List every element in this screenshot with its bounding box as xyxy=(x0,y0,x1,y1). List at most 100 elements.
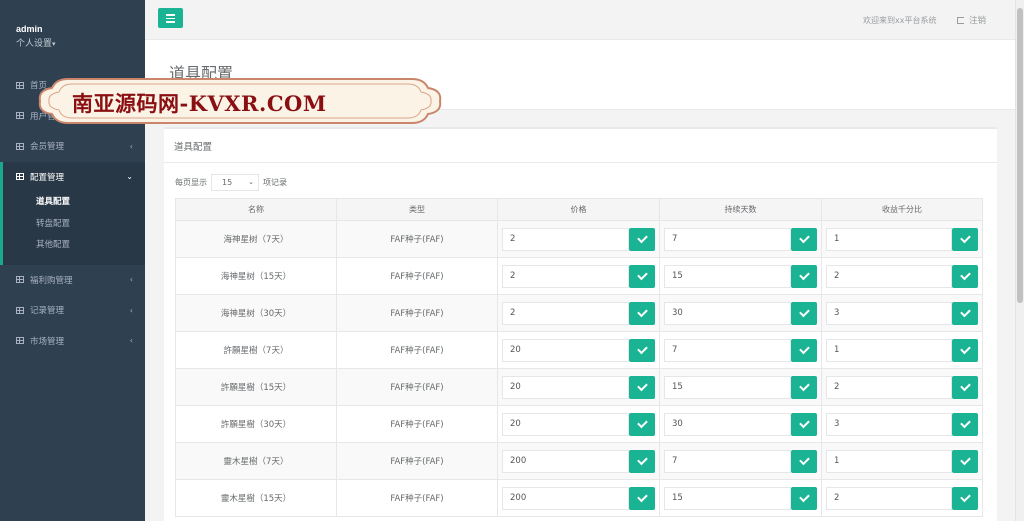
item-type: FAF种子(FAF) xyxy=(336,257,498,295)
page-length-select[interactable]: 15 ⌄ xyxy=(211,173,259,191)
confirm-button[interactable] xyxy=(952,486,978,510)
confirm-button[interactable] xyxy=(952,301,978,325)
price-cell: 2 xyxy=(497,294,660,332)
panel-content: 每页显示 15 ⌄ 项记录 名称 类型 价格 持续天数 收益千分比 海神星树（7天） FA… xyxy=(164,163,997,517)
days-input[interactable]: 30 xyxy=(664,301,791,325)
sidebar-subitem[interactable]: 其他配置 xyxy=(3,235,145,257)
price-input[interactable]: 2 xyxy=(502,264,629,288)
ratio-input[interactable]: 1 xyxy=(826,338,952,362)
table-body: 海神星树（7天） FAF种子(FAF) 2 7 1 海神星树（15天） FAF种… xyxy=(175,220,983,517)
table-row: 海神星树（30天） FAF种子(FAF) 2 30 3 xyxy=(175,294,983,332)
ratio-input[interactable]: 3 xyxy=(826,412,952,436)
days-input[interactable]: 7 xyxy=(664,449,791,473)
days-input[interactable]: 7 xyxy=(664,227,791,251)
price-input[interactable]: 20 xyxy=(502,338,629,362)
profile: admin 个人设置▾ xyxy=(0,0,145,70)
confirm-button[interactable] xyxy=(629,227,655,251)
confirm-button[interactable] xyxy=(629,412,655,436)
price-input[interactable]: 20 xyxy=(502,375,629,399)
item-name: 許願星樹（7天） xyxy=(175,331,337,369)
page-scrollbar[interactable] xyxy=(1015,0,1024,521)
table-row: 海神星树（15天） FAF种子(FAF) 2 15 2 xyxy=(175,257,983,295)
table-row: 許願星樹（7天） FAF种子(FAF) 20 7 1 xyxy=(175,331,983,369)
days-input[interactable]: 15 xyxy=(664,264,791,288)
days-cell: 7 xyxy=(659,442,822,480)
sidebar-item[interactable]: 福利购管理 ‹ xyxy=(0,265,145,296)
confirm-button[interactable] xyxy=(629,264,655,288)
ratio-input[interactable]: 2 xyxy=(826,264,952,288)
sidebar-item-config[interactable]: 配置管理 ⌄ xyxy=(3,162,145,193)
confirm-button[interactable] xyxy=(629,486,655,510)
item-type: FAF种子(FAF) xyxy=(336,442,498,480)
price-cell: 2 xyxy=(497,257,660,295)
column-header[interactable]: 价格 xyxy=(497,198,660,221)
sidebar-subitem[interactable]: 转盘配置 xyxy=(3,214,145,236)
column-header[interactable]: 类型 xyxy=(336,198,498,221)
confirm-button[interactable] xyxy=(791,227,817,251)
profile-settings-dropdown[interactable]: 个人设置▾ xyxy=(16,36,145,49)
column-header[interactable]: 收益千分比 xyxy=(821,198,983,221)
sidebar-item[interactable]: 市场管理 ‹ xyxy=(0,326,145,357)
confirm-button[interactable] xyxy=(952,375,978,399)
config-panel: 道具配置 每页显示 15 ⌄ 项记录 名称 类型 价格 持续天数 收益千分比 海神星树（7… xyxy=(164,127,997,521)
days-input[interactable]: 15 xyxy=(664,486,791,510)
confirm-button[interactable] xyxy=(791,264,817,288)
table-row: 靈木星樹（15天） FAF种子(FAF) 200 15 2 xyxy=(175,479,983,517)
days-input[interactable]: 7 xyxy=(664,338,791,362)
item-name: 海神星树（15天） xyxy=(175,257,337,295)
price-input[interactable]: 20 xyxy=(502,412,629,436)
items-table: 名称 类型 价格 持续天数 收益千分比 海神星树（7天） FAF种子(FAF) 2 7 … xyxy=(175,198,983,517)
grid-icon xyxy=(16,173,24,181)
sidebar-item-label: 福利购管理 xyxy=(30,275,73,286)
ratio-input[interactable]: 2 xyxy=(826,375,952,399)
column-header[interactable]: 持续天数 xyxy=(659,198,822,221)
confirm-button[interactable] xyxy=(629,375,655,399)
confirm-button[interactable] xyxy=(791,375,817,399)
sidebar-nav-lower: 福利购管理 ‹ 记录管理 ‹ 市场管理 ‹ xyxy=(0,265,145,357)
confirm-button[interactable] xyxy=(952,338,978,362)
ratio-input[interactable]: 1 xyxy=(826,227,952,251)
menu-toggle-button[interactable] xyxy=(158,8,183,28)
ratio-input[interactable]: 2 xyxy=(826,486,952,510)
price-cell: 200 xyxy=(497,442,660,480)
confirm-button[interactable] xyxy=(791,449,817,473)
settings-label: 个人设置 xyxy=(16,39,53,49)
confirm-button[interactable] xyxy=(791,486,817,510)
sidebar-item[interactable]: 会员管理 ‹ xyxy=(0,131,145,162)
price-input[interactable]: 2 xyxy=(502,227,629,251)
sidebar-subnav: 道具配置 转盘配置 其他配置 xyxy=(3,192,145,265)
scrollbar-thumb[interactable] xyxy=(1017,8,1023,303)
confirm-button[interactable] xyxy=(629,301,655,325)
ratio-cell: 3 xyxy=(821,405,983,443)
sidebar-item-label: 会员管理 xyxy=(30,142,65,153)
ratio-input[interactable]: 1 xyxy=(826,449,952,473)
confirm-button[interactable] xyxy=(791,301,817,325)
days-input[interactable]: 15 xyxy=(664,375,791,399)
table-row: 許願星樹（30天） FAF种子(FAF) 20 30 3 xyxy=(175,405,983,443)
grid-icon xyxy=(16,337,24,345)
column-header[interactable]: 名称 xyxy=(175,198,337,221)
confirm-button[interactable] xyxy=(952,449,978,473)
confirm-button[interactable] xyxy=(952,264,978,288)
sidebar-item-label: 配置管理 xyxy=(30,172,65,183)
confirm-button[interactable] xyxy=(629,338,655,362)
days-cell: 15 xyxy=(659,479,822,517)
grid-icon xyxy=(16,306,24,314)
ratio-cell: 2 xyxy=(821,479,983,517)
days-input[interactable]: 30 xyxy=(664,412,791,436)
confirm-button[interactable] xyxy=(952,412,978,436)
confirm-button[interactable] xyxy=(791,412,817,436)
price-input[interactable]: 200 xyxy=(502,449,629,473)
confirm-button[interactable] xyxy=(629,449,655,473)
confirm-button[interactable] xyxy=(791,338,817,362)
sidebar-item[interactable]: 记录管理 ‹ xyxy=(0,295,145,326)
price-input[interactable]: 2 xyxy=(502,301,629,325)
days-cell: 30 xyxy=(659,405,822,443)
ratio-input[interactable]: 3 xyxy=(826,301,952,325)
logout-link[interactable]: 注销 xyxy=(957,14,986,26)
price-input[interactable]: 200 xyxy=(502,486,629,510)
price-cell: 20 xyxy=(497,331,660,369)
item-name: 海神星树（7天） xyxy=(175,220,337,258)
sidebar-subitem[interactable]: 道具配置 xyxy=(3,192,145,214)
confirm-button[interactable] xyxy=(952,227,978,251)
